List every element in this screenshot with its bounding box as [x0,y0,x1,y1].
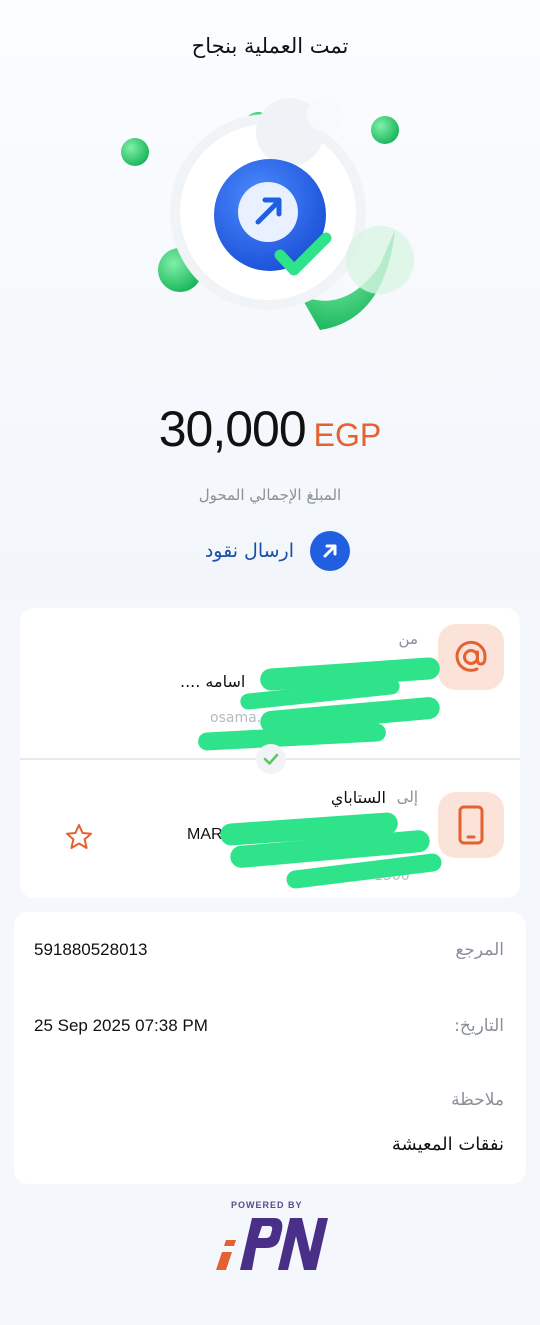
page-title: تمت العملية بنجاح [191,34,349,58]
sender-name: اسامه .... [180,672,246,691]
date-label: التاريخ: [454,1016,504,1036]
redaction-mark [197,723,387,751]
receiver-bank: الستاباي [330,788,386,807]
currency-code: EGP [313,417,382,453]
note-value: نفقات المعيشة [391,1134,504,1155]
amount-row: 30,000 EGP [0,400,540,458]
send-money-link[interactable]: ارسال نقود [185,530,350,572]
success-illustration [121,96,414,330]
at-icon [438,624,504,690]
powered-by-text: POWERED BY [231,1200,303,1210]
note-label: ملاحظة [451,1090,504,1110]
reference-label: المرجع [455,940,504,960]
transfer-parties-card: من اسامه .... osama......pay إلى الستابا… [20,608,520,898]
from-label: من [398,630,418,648]
send-money-label: ارسال نقود [204,540,294,562]
amount-value: 30,000 [158,401,307,457]
reference-value: 591880528013 [34,940,148,959]
check-icon [256,744,286,774]
to-label: إلى [396,788,418,806]
favorite-star-icon[interactable] [64,822,94,852]
date-value: 25 Sep 2025 07:38 PM [34,1016,208,1035]
amount-subtitle: المبلغ الإجمالي المحول [198,486,342,504]
transaction-details-card: 591880528013 المرجع 25 Sep 2025 07:38 PM… [14,912,526,1184]
arrow-up-right-icon [310,531,350,571]
ipn-logo [216,1218,328,1270]
mobile-phone-icon [438,792,504,858]
